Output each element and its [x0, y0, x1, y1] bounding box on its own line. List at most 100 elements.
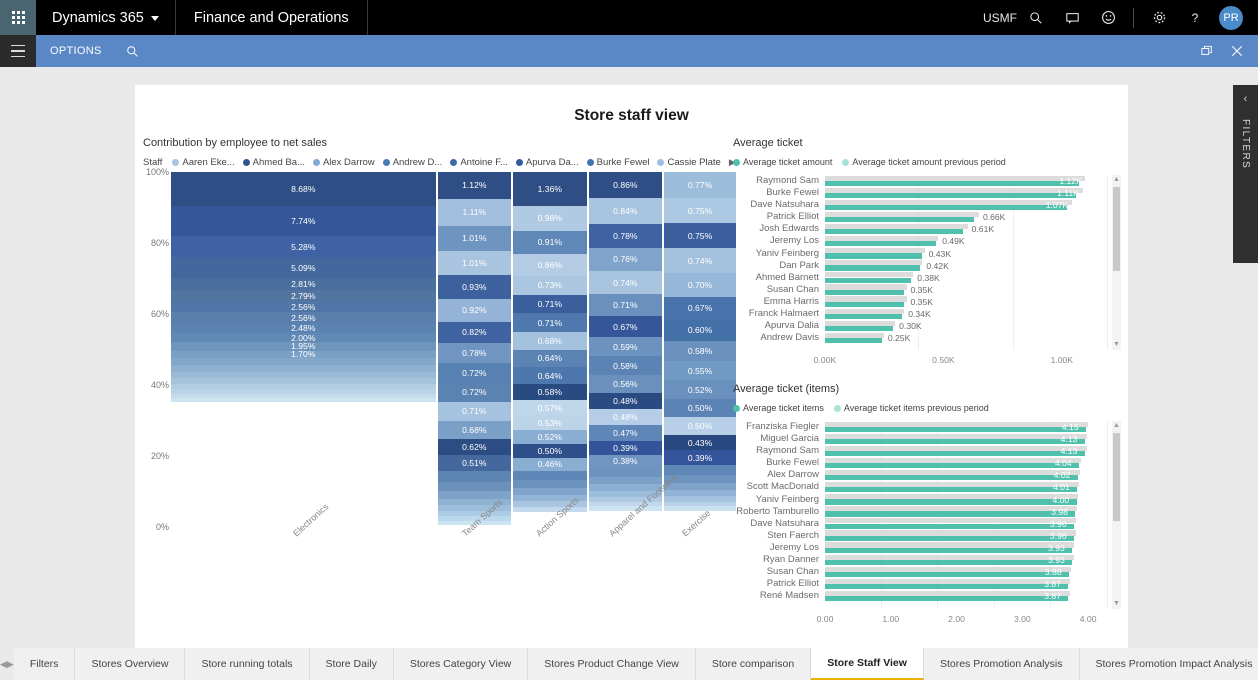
- stacked-column[interactable]: 8.68% 7.74% 5.28% 5.09% 2.81% 2.79% 2.56% 2.56%…: [171, 172, 436, 527]
- bar-row[interactable]: 3.96: [825, 518, 1108, 530]
- stack-segment[interactable]: 0.67%: [664, 296, 736, 320]
- stack-segment[interactable]: 0.55%: [664, 361, 736, 381]
- scroll-down-icon[interactable]: ▼: [1113, 340, 1120, 349]
- options-button[interactable]: OPTIONS: [36, 45, 116, 57]
- stack-segment[interactable]: 0.52%: [664, 380, 736, 399]
- stack-segment[interactable]: 0.67%: [588, 316, 663, 338]
- stack-segment[interactable]: 2.81%: [171, 278, 436, 290]
- brand-menu[interactable]: Dynamics 365: [36, 0, 176, 35]
- bar-row[interactable]: 0.43K: [825, 248, 1108, 260]
- stack-segment[interactable]: [664, 506, 736, 511]
- bar-row[interactable]: 3.96: [825, 530, 1108, 542]
- legend-item[interactable]: Average ticket amount: [733, 157, 832, 167]
- stack-segment[interactable]: 2.79%: [171, 289, 436, 302]
- stack-segment[interactable]: 0.91%: [513, 230, 587, 254]
- stack-segment[interactable]: 0.75%: [664, 197, 736, 224]
- stack-segment[interactable]: [588, 506, 663, 511]
- bar-current-period[interactable]: [825, 487, 1078, 493]
- stacked-column[interactable]: 1.12% 1.11% 1.01% 1.01% 0.93% 0.92% 0.82% 0.78%…: [437, 172, 512, 527]
- bar-row[interactable]: 0.34K: [825, 308, 1108, 320]
- stack-segment[interactable]: 0.50%: [513, 443, 587, 458]
- bar-current-period[interactable]: [825, 450, 1085, 457]
- stack-segment[interactable]: 0.58%: [664, 340, 736, 361]
- bar-current-period[interactable]: [825, 523, 1075, 529]
- bar-row[interactable]: 1.12K: [825, 175, 1108, 187]
- bar-current-period[interactable]: [825, 547, 1073, 553]
- close-icon[interactable]: [1224, 38, 1250, 64]
- stack-segment[interactable]: 0.57%: [513, 399, 587, 416]
- bar-row[interactable]: 4.15: [825, 421, 1108, 433]
- company-selector[interactable]: USMF: [983, 0, 1017, 35]
- stack-segment[interactable]: [513, 470, 587, 480]
- legend-item[interactable]: Alex Darrow: [312, 157, 375, 168]
- legend-item[interactable]: Ahmed Ba...: [242, 157, 305, 168]
- help-icon[interactable]: ?: [1178, 0, 1212, 35]
- bar-current-period[interactable]: [825, 241, 936, 247]
- stack-segment[interactable]: 0.50%: [664, 416, 736, 435]
- stack-segment[interactable]: [513, 488, 587, 496]
- bar-current-period[interactable]: [825, 596, 1069, 602]
- stack-segment[interactable]: 0.98%: [513, 205, 587, 231]
- chevron-right-icon[interactable]: ▶: [7, 659, 14, 670]
- scroll-up-icon[interactable]: ▲: [1113, 421, 1120, 430]
- stack-segment[interactable]: 5.28%: [171, 236, 436, 258]
- stack-segment[interactable]: 0.58%: [588, 356, 663, 375]
- legend-item[interactable]: Andrew D...: [382, 157, 442, 168]
- bar-row[interactable]: 0.49K: [825, 235, 1108, 247]
- bar-current-period[interactable]: [825, 475, 1078, 481]
- stack-segment[interactable]: 0.38%: [588, 454, 663, 469]
- stack-segment[interactable]: 0.58%: [513, 384, 587, 400]
- bar-row[interactable]: 4.02: [825, 469, 1108, 481]
- tab-stores-promotion-analysis[interactable]: Stores Promotion Analysis: [923, 648, 1080, 680]
- stack-segment[interactable]: 0.48%: [588, 393, 663, 410]
- stack-segment[interactable]: [588, 476, 663, 485]
- stack-segment[interactable]: 0.82%: [437, 321, 512, 344]
- tab-store-comparison[interactable]: Store comparison: [695, 648, 812, 680]
- bar-current-period[interactable]: [825, 535, 1075, 541]
- legend-item[interactable]: Average ticket items previous period: [833, 403, 989, 413]
- bar-current-period[interactable]: [825, 217, 975, 223]
- bar-row[interactable]: 0.35K: [825, 296, 1108, 308]
- bar-current-period[interactable]: [825, 301, 905, 307]
- bar-current-period[interactable]: [825, 499, 1077, 505]
- module-name[interactable]: Finance and Operations: [176, 0, 368, 35]
- bar-current-period[interactable]: [825, 584, 1069, 590]
- stack-segment[interactable]: 0.50%: [664, 398, 736, 417]
- bar-row[interactable]: 0.42K: [825, 260, 1108, 272]
- legend-item[interactable]: Aaren Eke...: [172, 157, 235, 168]
- stack-segment[interactable]: 1.01%: [437, 250, 512, 276]
- stack-segment[interactable]: 0.53%: [513, 415, 587, 430]
- bar-current-period[interactable]: [825, 438, 1085, 445]
- chevron-left-icon[interactable]: ◀: [0, 659, 7, 670]
- stack-segment[interactable]: 0.86%: [513, 253, 587, 276]
- stack-segment[interactable]: 0.48%: [588, 409, 663, 426]
- bar-current-period[interactable]: [825, 426, 1086, 432]
- stack-segment[interactable]: 0.68%: [513, 332, 587, 350]
- smiley-icon[interactable]: [1091, 0, 1125, 35]
- tab-store-daily[interactable]: Store Daily: [309, 648, 394, 680]
- stack-segment[interactable]: 0.39%: [588, 441, 663, 455]
- legend-item[interactable]: Average ticket amount previous period: [842, 157, 1006, 167]
- stack-segment[interactable]: 0.56%: [588, 374, 663, 394]
- bar-row[interactable]: 3.88: [825, 566, 1108, 578]
- bar-row[interactable]: 4.13: [825, 445, 1108, 457]
- tab-store-staff-view[interactable]: Store Staff View: [811, 648, 924, 680]
- stack-segment[interactable]: 1.11%: [437, 198, 512, 226]
- legend-item[interactable]: Antoine F...: [450, 157, 508, 168]
- stack-segment[interactable]: 1.70%: [171, 350, 436, 359]
- tab-store-running-totals[interactable]: Store running totals: [185, 648, 310, 680]
- stack-segment[interactable]: 0.47%: [588, 425, 663, 442]
- average-ticket-scrollbar[interactable]: ▲ ▼: [1112, 175, 1121, 350]
- stack-segment[interactable]: [513, 506, 587, 512]
- stack-segment[interactable]: 2.56%: [171, 301, 436, 313]
- stack-segment[interactable]: 0.78%: [437, 343, 512, 364]
- bar-row[interactable]: 0.25K: [825, 332, 1108, 344]
- stack-segment[interactable]: [171, 398, 436, 403]
- scroll-thumb[interactable]: [1113, 433, 1120, 521]
- stack-segment[interactable]: 0.86%: [588, 172, 663, 199]
- app-launcher-icon[interactable]: [0, 0, 36, 35]
- tab-filters[interactable]: Filters: [13, 648, 76, 680]
- bar-current-period[interactable]: [825, 325, 893, 332]
- average-ticket-items-scrollbar[interactable]: ▲ ▼: [1112, 421, 1121, 609]
- bar-row[interactable]: 3.93: [825, 554, 1108, 566]
